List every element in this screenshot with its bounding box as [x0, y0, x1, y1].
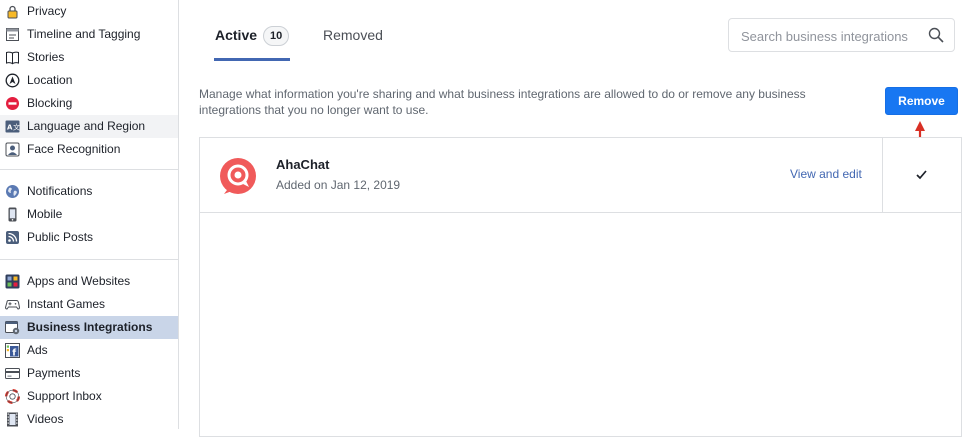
- sidebar-item-label: Face Recognition: [27, 142, 121, 156]
- sidebar-item-label: Mobile: [27, 207, 63, 221]
- ads-icon: f: [5, 343, 20, 358]
- settings-sidebar: Privacy Timeline and Tagging Stories Loc…: [0, 0, 179, 429]
- sidebar-item-label: Videos: [27, 412, 64, 426]
- sidebar-group-privacy: Privacy Timeline and Tagging Stories Loc…: [0, 0, 178, 161]
- sidebar-item-privacy[interactable]: Privacy: [0, 0, 178, 23]
- sidebar-item-label: Timeline and Tagging: [27, 27, 141, 41]
- tab-removed[interactable]: Removed: [323, 16, 383, 54]
- integration-added-date: Added on Jan 12, 2019: [276, 178, 401, 192]
- lock-icon: [5, 4, 20, 19]
- sidebar-item-label: Notifications: [27, 184, 93, 198]
- sidebar-item-blocking[interactable]: Blocking: [0, 92, 178, 115]
- timeline-icon: [5, 27, 20, 42]
- sidebar-divider: [0, 169, 178, 170]
- business-integrations-icon: [5, 320, 20, 335]
- sidebar-item-payments[interactable]: Payments: [0, 362, 178, 385]
- tab-active[interactable]: Active 10: [213, 16, 291, 61]
- sidebar-divider: [0, 259, 178, 260]
- rss-icon: [5, 230, 20, 245]
- language-icon: A文: [5, 119, 20, 134]
- sidebar-item-label: Blocking: [27, 96, 73, 110]
- sidebar-item-label: Business Integrations: [27, 320, 153, 334]
- sidebar-item-ads[interactable]: f Ads: [0, 339, 178, 362]
- integration-checkbox[interactable]: [915, 168, 928, 181]
- book-icon: [5, 50, 20, 65]
- face-recognition-icon: [5, 142, 20, 157]
- sidebar-item-face-recognition[interactable]: Face Recognition: [0, 138, 178, 161]
- payments-icon: [5, 366, 20, 381]
- sidebar-item-label: Instant Games: [27, 297, 106, 311]
- search-box: [728, 18, 955, 53]
- svg-text:f: f: [12, 349, 16, 359]
- sidebar-item-stories[interactable]: Stories: [0, 46, 178, 69]
- film-icon: [5, 412, 20, 427]
- blocking-icon: [5, 96, 20, 111]
- globe-icon: [5, 184, 20, 199]
- sidebar-item-label: Apps and Websites: [27, 274, 131, 288]
- sidebar-item-label: Privacy: [27, 4, 67, 18]
- integrations-description: Manage what information you're sharing a…: [199, 87, 806, 117]
- sidebar-item-label: Location: [27, 73, 73, 87]
- apps-icon: [5, 274, 20, 289]
- sidebar-item-label: Support Inbox: [27, 389, 102, 403]
- tab-active-label: Active: [215, 27, 258, 43]
- sidebar-group-notifications: Notifications Mobile Public Posts: [0, 180, 178, 249]
- sidebar-item-instant-games[interactable]: Instant Games: [0, 293, 178, 316]
- sidebar-item-support-inbox[interactable]: Support Inbox: [0, 385, 178, 408]
- svg-text:文: 文: [13, 123, 20, 132]
- view-and-edit-link[interactable]: View and edit: [790, 167, 862, 181]
- sidebar-item-location[interactable]: Location: [0, 69, 178, 92]
- sidebar-item-language-and-region[interactable]: A文 Language and Region: [0, 115, 178, 138]
- sidebar-item-business-integrations[interactable]: Business Integrations: [0, 316, 178, 339]
- sidebar-item-label: Language and Region: [27, 119, 146, 133]
- sidebar-group-apps: Apps and Websites Instant Games Business…: [0, 270, 178, 431]
- mobile-icon: [5, 207, 20, 222]
- sidebar-item-timeline-and-tagging[interactable]: Timeline and Tagging: [0, 23, 178, 46]
- location-icon: [5, 73, 20, 88]
- remove-button[interactable]: Remove: [885, 87, 958, 115]
- column-divider: [882, 138, 883, 212]
- search-icon[interactable]: [928, 27, 944, 43]
- sidebar-item-mobile[interactable]: Mobile: [0, 203, 178, 226]
- active-count-badge: 10: [263, 26, 290, 46]
- integration-name: AhaChat: [276, 157, 330, 172]
- integration-row: AhaChat Added on Jan 12, 2019 View and e…: [200, 138, 961, 213]
- business-integrations-panel: Active 10 Removed Manage what information…: [179, 0, 962, 437]
- sidebar-item-apps-and-websites[interactable]: Apps and Websites: [0, 270, 178, 293]
- integrations-list: AhaChat Added on Jan 12, 2019 View and e…: [199, 137, 962, 437]
- sidebar-item-label: Ads: [27, 343, 48, 357]
- ahachat-logo-icon: [220, 158, 256, 194]
- sidebar-item-label: Public Posts: [27, 230, 94, 244]
- sidebar-item-public-posts[interactable]: Public Posts: [0, 226, 178, 249]
- sidebar-item-notifications[interactable]: Notifications: [0, 180, 178, 203]
- gamepad-icon: [5, 297, 20, 312]
- sidebar-item-label: Payments: [27, 366, 81, 380]
- sidebar-item-videos[interactable]: Videos: [0, 408, 178, 431]
- search-input[interactable]: [729, 19, 933, 53]
- sidebar-item-label: Stories: [27, 50, 65, 64]
- lifebuoy-icon: [5, 389, 20, 404]
